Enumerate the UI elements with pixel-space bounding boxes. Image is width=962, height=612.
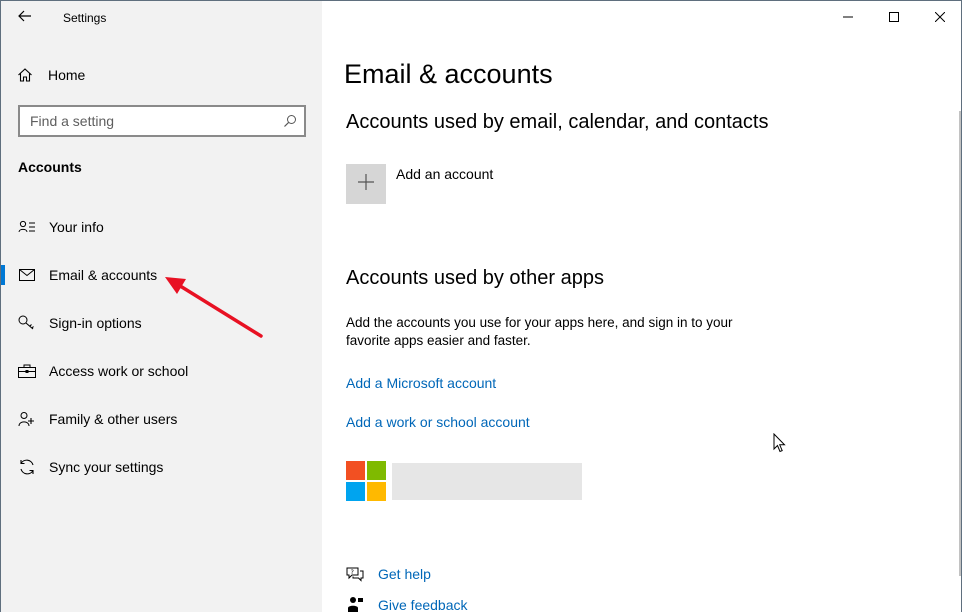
chat-help-icon: ?: [344, 563, 366, 585]
add-tile: [346, 164, 386, 204]
person-info-icon: [14, 214, 40, 240]
section-heading-other-apps: Accounts used by other apps: [346, 267, 604, 289]
give-feedback-link[interactable]: Give feedback: [344, 594, 468, 612]
add-microsoft-account-link[interactable]: Add a Microsoft account: [346, 375, 496, 391]
app-title: Settings: [63, 11, 107, 25]
sidebar-item-sync-settings[interactable]: Sync your settings: [1, 447, 322, 487]
settings-window: Settings Home Find a setting Accounts Yo…: [0, 0, 962, 612]
active-indicator: [1, 265, 5, 285]
sidebar-item-label: Sign-in options: [49, 315, 142, 331]
sidebar-item-label: Email & accounts: [49, 267, 158, 283]
give-feedback-label: Give feedback: [378, 597, 468, 612]
sidebar-item-label: Family & other users: [49, 411, 178, 427]
home-icon: [13, 63, 37, 87]
caption-buttons: [825, 1, 961, 35]
add-account-button[interactable]: Add an account: [346, 164, 493, 204]
home-nav-item[interactable]: Home: [13, 63, 85, 87]
section-description: Add the accounts you use for your apps h…: [346, 315, 733, 348]
sidebar-item-label: Access work or school: [49, 363, 189, 379]
sync-icon: [14, 454, 40, 480]
microsoft-logo-icon: [346, 461, 386, 501]
sidebar: Settings Home Find a setting Accounts Yo…: [1, 1, 322, 612]
title-bar: Settings: [1, 1, 322, 35]
sidebar-item-label: Sync your settings: [49, 459, 164, 475]
sidebar-item-family-users[interactable]: Family & other users: [1, 399, 322, 439]
page-title: Email & accounts: [344, 59, 553, 89]
sidebar-item-access-work-school[interactable]: Access work or school: [1, 351, 322, 391]
main-content: Email & accounts Accounts used by email,…: [322, 1, 961, 612]
add-account-label: Add an account: [396, 166, 494, 182]
maximize-icon: [889, 9, 899, 27]
mail-icon: [14, 262, 40, 288]
add-work-school-account-link[interactable]: Add a work or school account: [346, 414, 530, 430]
sidebar-item-your-info[interactable]: Your info: [1, 207, 322, 247]
section-heading-email-calendar: Accounts used by email, calendar, and co…: [346, 111, 769, 133]
sidebar-item-email-accounts[interactable]: Email & accounts: [1, 255, 322, 295]
search-icon[interactable]: [276, 107, 304, 135]
get-help-label: Get help: [378, 566, 431, 582]
microsoft-account-entry[interactable]: [346, 461, 582, 501]
plus-icon: [357, 173, 375, 196]
key-icon: [14, 310, 40, 336]
mouse-cursor-icon: [773, 432, 787, 458]
back-arrow-icon: [18, 9, 32, 27]
home-label: Home: [48, 67, 86, 83]
maximize-button[interactable]: [871, 1, 917, 35]
back-button[interactable]: [13, 7, 37, 29]
close-button[interactable]: [917, 1, 961, 35]
sidebar-item-label: Your info: [49, 219, 104, 235]
minimize-button[interactable]: [825, 1, 871, 35]
minimize-icon: [843, 9, 853, 27]
svg-text:?: ?: [351, 568, 354, 576]
redacted-account-name: [392, 462, 582, 500]
feedback-icon: [344, 594, 366, 612]
users-icon: [14, 406, 40, 432]
search-input[interactable]: Find a setting: [18, 105, 306, 137]
get-help-link[interactable]: ? Get help: [344, 563, 431, 585]
search-placeholder: Find a setting: [30, 113, 115, 129]
close-icon: [934, 9, 946, 27]
sidebar-item-sign-in-options[interactable]: Sign-in options: [1, 303, 322, 343]
briefcase-icon: [14, 358, 40, 384]
section-title: Accounts: [18, 159, 82, 175]
